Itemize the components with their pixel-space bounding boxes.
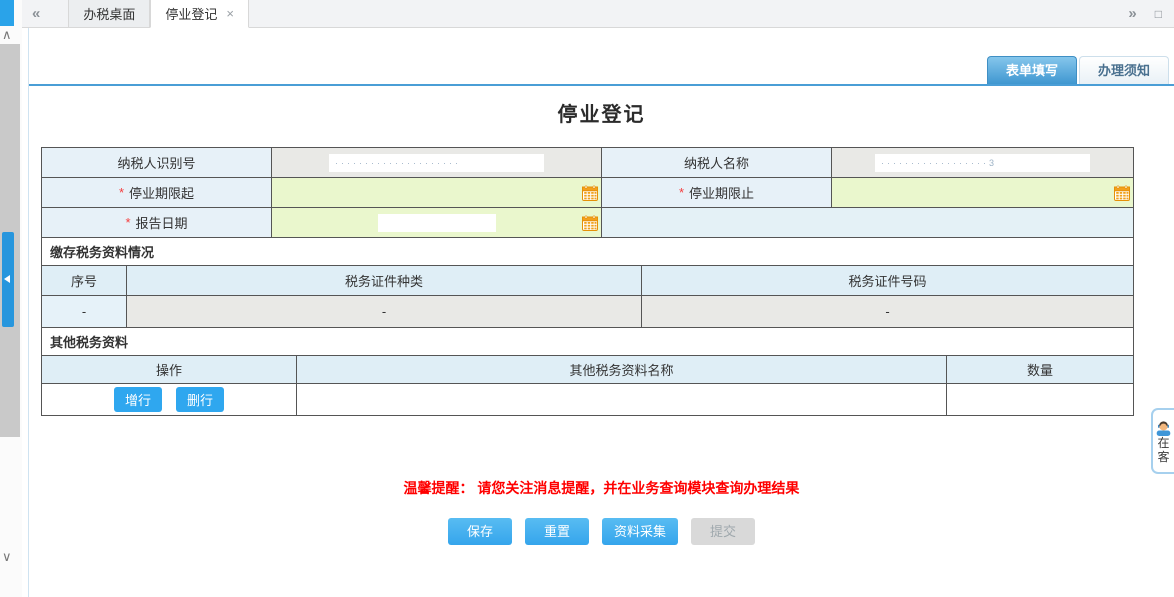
add-row-button[interactable]: 增行 [114, 387, 162, 412]
label-text: 纳税人名称 [684, 153, 749, 172]
other-section-title: 其他税务资料 [42, 328, 1134, 356]
suspend-end-label: * 停业期限止 [602, 178, 832, 208]
masked-value: ····················· [329, 154, 544, 172]
rail-scroll-down-icon[interactable]: ∨ [2, 550, 12, 563]
file-tab-label: 停业登记 [165, 4, 217, 23]
close-tab-icon[interactable]: × [226, 6, 234, 21]
file-tab-desktop[interactable]: 办税桌面 [68, 0, 150, 27]
other-doc-name-cell[interactable] [297, 384, 947, 416]
report-date-label: * 报告日期 [42, 208, 272, 238]
suspend-start-date-input[interactable] [272, 178, 602, 208]
label-text: 停业期限止 [689, 183, 754, 202]
suspend-start-label: * 停业期限起 [42, 178, 272, 208]
deposit-row-cert-type: - [127, 296, 642, 328]
sidebar-collapse-handle[interactable] [2, 232, 14, 327]
report-date-input[interactable] [272, 208, 602, 238]
column-header-operation: 操作 [42, 356, 297, 384]
tab-handling-notice[interactable]: 办理须知 [1079, 56, 1169, 84]
column-header-quantity: 数量 [947, 356, 1134, 384]
label-text: 报告日期 [136, 213, 188, 232]
calendar-icon[interactable] [582, 215, 598, 231]
taxpayer-name-label: 纳税人名称 [602, 148, 832, 178]
column-header-cert-no: 税务证件号码 [642, 266, 1134, 296]
tabs-scroll-left-icon[interactable]: « [22, 0, 50, 27]
maximize-icon[interactable]: □ [1155, 7, 1162, 21]
window-tab-bar: « 办税桌面 停业登记 × » □ [22, 0, 1174, 28]
registration-form-table: 纳税人识别号 ····················· 纳税人名称 ·····… [41, 147, 1134, 416]
deposit-row-seq: - [42, 296, 127, 328]
rail-accent-block [0, 0, 14, 26]
delete-row-button[interactable]: 删行 [176, 387, 224, 412]
main-panel: 表单填写 办理须知 停业登记 纳税人识别号 ··················… [28, 28, 1174, 597]
page-title: 停业登记 [29, 98, 1174, 127]
taxpayer-id-label: 纳税人识别号 [42, 148, 272, 178]
action-button-bar: 保存 重置 资料采集 提交 [29, 518, 1174, 545]
masked-value: ··················3 [875, 154, 1090, 172]
save-button[interactable]: 保存 [448, 518, 512, 545]
left-rail: ∧ ∨ [0, 0, 22, 597]
tabs-scroll-right-icon[interactable]: » [1128, 5, 1136, 22]
column-header-cert-type: 税务证件种类 [127, 266, 642, 296]
tab-form-fill[interactable]: 表单填写 [987, 56, 1077, 84]
customer-service-avatar-icon [1155, 419, 1172, 436]
deposit-section-title: 缴存税务资料情况 [42, 238, 1134, 266]
calendar-icon[interactable] [582, 185, 598, 201]
deposit-row-cert-no: - [642, 296, 1134, 328]
file-tab-suspension[interactable]: 停业登记 × [150, 0, 249, 28]
service-label-char: 客 [1157, 450, 1169, 464]
required-mark: * [679, 185, 684, 200]
masked-value [378, 214, 496, 232]
required-mark: * [119, 185, 124, 200]
file-tab-label: 办税桌面 [83, 4, 135, 23]
empty-cell [602, 208, 1134, 238]
taxpayer-id-field: ····················· [272, 148, 602, 178]
column-header-seq: 序号 [42, 266, 127, 296]
collapse-left-arrow-icon [4, 275, 10, 283]
calendar-icon[interactable] [1114, 185, 1130, 201]
label-text: 纳税人识别号 [117, 153, 195, 172]
service-label-char: 在 [1157, 436, 1169, 450]
collect-data-button[interactable]: 资料采集 [602, 518, 678, 545]
reminder-text: 温馨提醒： 请您关注消息提醒，并在业务查询模块查询办理结果 [29, 478, 1174, 498]
column-header-other-doc-name: 其他税务资料名称 [297, 356, 947, 384]
online-service-widget[interactable]: 在 客 [1151, 408, 1174, 474]
suspend-end-date-input[interactable] [832, 178, 1134, 208]
label-text: 停业期限起 [129, 183, 194, 202]
required-mark: * [125, 215, 130, 230]
rail-scroll-up-icon[interactable]: ∧ [2, 28, 12, 41]
taxpayer-name-field: ··················3 [832, 148, 1134, 178]
operation-cell: 增行 删行 [42, 384, 297, 416]
reset-button[interactable]: 重置 [525, 518, 589, 545]
quantity-cell[interactable] [947, 384, 1134, 416]
submit-button[interactable]: 提交 [691, 518, 755, 545]
page-tabs-row: 表单填写 办理须知 [29, 56, 1174, 86]
